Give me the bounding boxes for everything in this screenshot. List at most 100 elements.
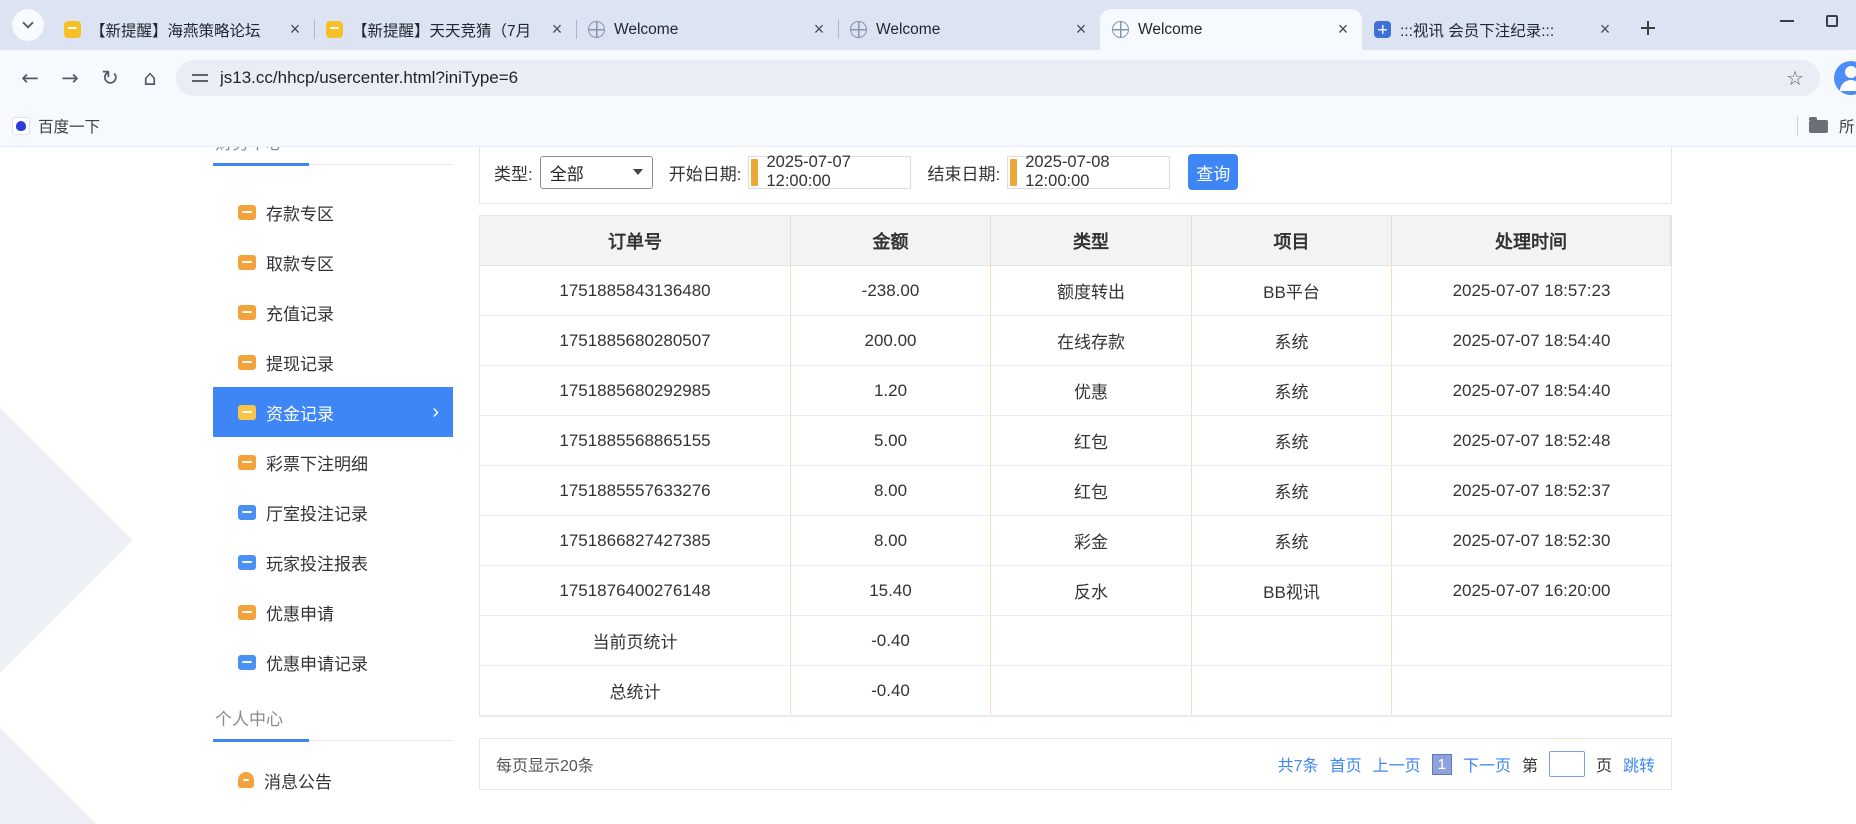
chevron-down-icon	[22, 17, 33, 28]
table-cell-type: 在线存款	[991, 316, 1192, 365]
table-cell-amount: 5.00	[791, 416, 991, 465]
tab-favicon-icon	[64, 21, 81, 38]
end-date-label: 结束日期:	[927, 160, 1000, 185]
type-select[interactable]: 全部	[540, 156, 653, 189]
sidebar-item[interactable]: 优惠申请	[213, 587, 453, 637]
back-button[interactable]: ←	[10, 58, 50, 98]
sidebar-item[interactable]: 提现记录	[213, 337, 453, 387]
sidebar-item[interactable]: 彩票下注明细	[213, 437, 453, 487]
profile-avatar[interactable]	[1834, 61, 1856, 95]
tab-close-icon[interactable]	[1596, 20, 1614, 40]
sidebar-item-label: 消息公告	[264, 768, 332, 793]
window-minimize-button[interactable]	[1780, 20, 1794, 22]
table-cell-time	[1392, 616, 1671, 665]
sidebar-item[interactable]: 优惠申请记录	[213, 637, 453, 687]
browser-tab[interactable]: Welcome	[1100, 9, 1362, 50]
table-row: 1751885568865155 5.00 红包 系统 2025-07-07 1…	[480, 416, 1671, 466]
table-cell-time: 2025-07-07 16:20:00	[1392, 566, 1671, 615]
table-cell-project: 系统	[1192, 516, 1392, 565]
table-cell-order-no: 1751866827427385	[480, 516, 791, 565]
table-row: 1751876400276148 15.40 反水 BB视讯 2025-07-0…	[480, 566, 1671, 616]
table-cell-order-no: 1751885568865155	[480, 416, 791, 465]
table-cell-amount: 200.00	[791, 316, 991, 365]
jump-suffix-text: 页	[1596, 752, 1612, 776]
browser-tab[interactable]: Welcome	[576, 9, 838, 50]
pagination-bar: 每页显示20条 共7条 首页 上一页 1 下一页 第 页 跳转	[479, 738, 1672, 790]
forward-button[interactable]: →	[50, 58, 90, 98]
tab-title: 【新提醒】天天竞猜（7月	[352, 19, 539, 41]
end-date-input[interactable]: 2025-07-08 12:00:00	[1007, 156, 1170, 189]
tab-title: :::视讯 会员下注纪录:::	[1400, 19, 1587, 41]
reload-button[interactable]: ↻	[90, 58, 130, 98]
window-controls	[1780, 0, 1838, 42]
chevron-right-icon	[432, 402, 439, 422]
sidebar-item-icon	[238, 305, 256, 320]
total-count-text: 共7条	[1278, 752, 1319, 776]
table-cell-type: 红包	[991, 466, 1192, 515]
address-bar[interactable]: js13.cc/hhcp/usercenter.html?iniType=6 ☆	[176, 60, 1820, 96]
browser-window: 【新提醒】海燕策略论坛 【新提醒】天天竞猜（7月 Welcome Welcome	[0, 0, 1856, 824]
table-cell-project: BB视讯	[1192, 566, 1392, 615]
sidebar-item[interactable]: 厅室投注记录	[213, 487, 453, 537]
table-cell-type: 额度转出	[991, 266, 1192, 315]
tab-favicon-icon	[1374, 21, 1391, 38]
pagination-next-link[interactable]: 下一页	[1463, 752, 1511, 776]
tab-close-icon[interactable]	[548, 20, 566, 40]
table-header-cell: 订单号	[480, 216, 791, 265]
sidebar-item[interactable]: 取款专区	[213, 237, 453, 287]
bookmark-item-baidu[interactable]: 百度一下	[12, 115, 100, 137]
sidebar-item-icon	[238, 772, 254, 788]
table-cell-time: 2025-07-07 18:52:37	[1392, 466, 1671, 515]
table-row: 当前页统计 -0.40	[480, 616, 1671, 666]
table-row: 1751885843136480 -238.00 额度转出 BB平台 2025-…	[480, 266, 1671, 316]
sidebar-item[interactable]: 消息公告	[213, 755, 453, 805]
pagination-current-page[interactable]: 1	[1432, 754, 1452, 775]
tab-close-icon[interactable]	[810, 20, 828, 40]
sidebar-item[interactable]: 存款专区	[213, 187, 453, 237]
table-cell-project: 系统	[1192, 416, 1392, 465]
bookmarks-folder-icon[interactable]	[1809, 120, 1828, 133]
tab-title: 【新提醒】海燕策略论坛	[90, 19, 277, 41]
end-date-value: 2025-07-08 12:00:00	[1025, 153, 1169, 191]
table-cell-type	[991, 666, 1192, 715]
table-body: 1751885843136480 -238.00 额度转出 BB平台 2025-…	[480, 266, 1671, 716]
tab-title: Welcome	[1138, 21, 1325, 39]
tab-close-icon[interactable]	[286, 20, 304, 40]
sidebar-item[interactable]: 玩家投注报表	[213, 537, 453, 587]
sidebar-item-icon	[238, 455, 256, 470]
new-tab-button[interactable]	[1634, 14, 1662, 42]
bookmark-star-icon[interactable]: ☆	[1786, 66, 1804, 90]
table-row: 1751885557633276 8.00 红包 系统 2025-07-07 1…	[480, 466, 1671, 516]
sidebar-item[interactable]: 个人资料	[213, 817, 453, 824]
search-button[interactable]: 查询	[1188, 154, 1238, 190]
sidebar-item[interactable]: 资金记录	[213, 387, 453, 437]
pagination-first-link[interactable]: 首页	[1330, 752, 1362, 776]
sidebar-item[interactable]: 充值记录	[213, 287, 453, 337]
window-maximize-button[interactable]	[1826, 15, 1838, 27]
sidebar: 财务中心 存款专区 取款专区 充值记录	[213, 147, 453, 824]
table-cell-amount: -0.40	[791, 666, 991, 715]
tab-title: Welcome	[876, 21, 1063, 39]
browser-tab[interactable]: 【新提醒】海燕策略论坛	[52, 9, 314, 50]
browser-tab[interactable]: Welcome	[838, 9, 1100, 50]
pagination-prev-link[interactable]: 上一页	[1373, 752, 1421, 776]
table-cell-order-no: 1751885680280507	[480, 316, 791, 365]
start-date-input[interactable]: 2025-07-07 12:00:00	[748, 156, 911, 189]
table-cell-order-no: 1751885680292985	[480, 366, 791, 415]
browser-tab[interactable]: :::视讯 会员下注纪录:::	[1362, 9, 1624, 50]
browser-tab[interactable]: 【新提醒】天天竞猜（7月	[314, 9, 576, 50]
home-button[interactable]: ⌂	[130, 58, 170, 98]
tab-close-icon[interactable]	[1072, 20, 1090, 40]
page-jump-input[interactable]	[1549, 751, 1585, 777]
table-cell-project: BB平台	[1192, 266, 1392, 315]
table-header-cell: 处理时间	[1392, 216, 1671, 265]
table-row: 1751866827427385 8.00 彩金 系统 2025-07-07 1…	[480, 516, 1671, 566]
bookmark-label: 百度一下	[38, 115, 100, 137]
site-settings-icon[interactable]	[192, 71, 208, 85]
tab-close-icon[interactable]	[1334, 20, 1352, 40]
tab-favicon-icon	[1112, 21, 1129, 38]
bookmarks-bar-right: 所	[1797, 115, 1856, 137]
pagination-go-link[interactable]: 跳转	[1623, 752, 1655, 776]
sidebar-item-label: 优惠申请	[266, 600, 334, 625]
tab-search-button[interactable]	[12, 9, 44, 41]
